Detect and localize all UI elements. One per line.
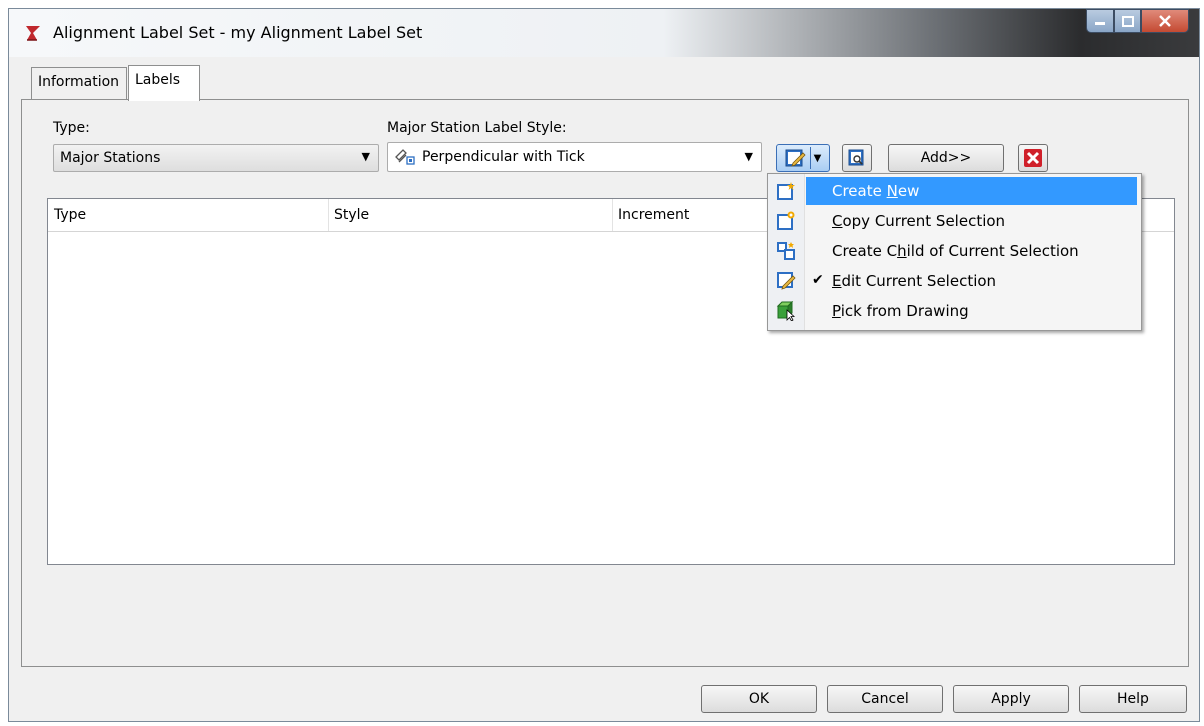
chevron-down-icon: ▼ [744, 150, 753, 163]
tab-information[interactable]: Information [31, 67, 127, 99]
menu-item-label: Create Child of Current Selection [832, 242, 1079, 260]
type-dropdown[interactable]: Major Stations ▼ [53, 144, 379, 172]
style-edit-split-button[interactable]: ▼ [776, 144, 830, 172]
edit-selection-icon [777, 272, 796, 290]
chevron-down-icon: ▼ [813, 152, 822, 164]
help-button[interactable]: Help [1079, 685, 1187, 713]
preview-icon [848, 149, 864, 166]
menu-item-edit-current-selection[interactable]: ✔ Edit Current Selection [768, 266, 1141, 296]
menu-item-create-new[interactable]: Create New [768, 176, 1141, 206]
window-title: Alignment Label Set - my Alignment Label… [53, 23, 423, 42]
edit-style-icon [785, 149, 806, 167]
menu-item-copy-current-selection[interactable]: Copy Current Selection [768, 206, 1141, 236]
civil3d-app-icon [26, 26, 40, 41]
title-bar: Alignment Label Set - my Alignment Label… [9, 9, 1199, 57]
type-label: Type: [53, 120, 90, 136]
create-child-icon [777, 242, 795, 260]
window-controls [1086, 9, 1189, 35]
maximize-button[interactable] [1114, 9, 1141, 33]
copy-selection-icon [777, 211, 795, 230]
menu-item-label: Create New [832, 182, 920, 200]
menu-item-label: Copy Current Selection [832, 212, 1006, 230]
label-style-icon [395, 149, 415, 165]
tab-labels[interactable]: Labels [128, 65, 200, 101]
cancel-button[interactable]: Cancel [827, 685, 943, 713]
column-header-increment[interactable]: Increment [618, 207, 689, 223]
column-divider [612, 199, 613, 231]
style-label: Major Station Label Style: [387, 120, 567, 136]
style-dropdown[interactable]: Perpendicular with Tick ▼ [387, 142, 762, 172]
style-dropdown-value: Perpendicular with Tick [422, 149, 585, 165]
preview-style-button[interactable] [842, 144, 872, 172]
column-header-type[interactable]: Type [54, 207, 86, 223]
minimize-button[interactable] [1086, 9, 1114, 33]
menu-item-create-child[interactable]: Create Child of Current Selection [768, 236, 1141, 266]
pick-from-drawing-icon [776, 301, 796, 321]
add-button[interactable]: Add>> [888, 144, 1004, 172]
column-divider [328, 199, 329, 231]
type-dropdown-value: Major Stations [60, 150, 161, 166]
maximize-icon [1121, 15, 1134, 27]
style-context-menu: Create New Copy Current Selection Create… [767, 173, 1142, 331]
split-divider [809, 147, 811, 169]
menu-item-label: Edit Current Selection [832, 272, 997, 290]
minimize-icon [1095, 22, 1105, 25]
chevron-down-icon: ▼ [361, 150, 370, 163]
menu-item-pick-from-drawing[interactable]: Pick from Drawing [768, 296, 1141, 326]
dialog-window: Alignment Label Set - my Alignment Label… [8, 8, 1200, 722]
checkmark-icon: ✔ [812, 272, 824, 288]
ok-button[interactable]: OK [701, 685, 817, 713]
delete-button[interactable] [1018, 144, 1048, 172]
close-button[interactable] [1141, 9, 1189, 33]
create-new-icon [777, 182, 795, 200]
menu-item-label: Pick from Drawing [832, 302, 969, 320]
column-header-style[interactable]: Style [334, 207, 369, 223]
delete-icon [1024, 149, 1042, 167]
close-icon [1159, 15, 1171, 27]
apply-button[interactable]: Apply [953, 685, 1069, 713]
